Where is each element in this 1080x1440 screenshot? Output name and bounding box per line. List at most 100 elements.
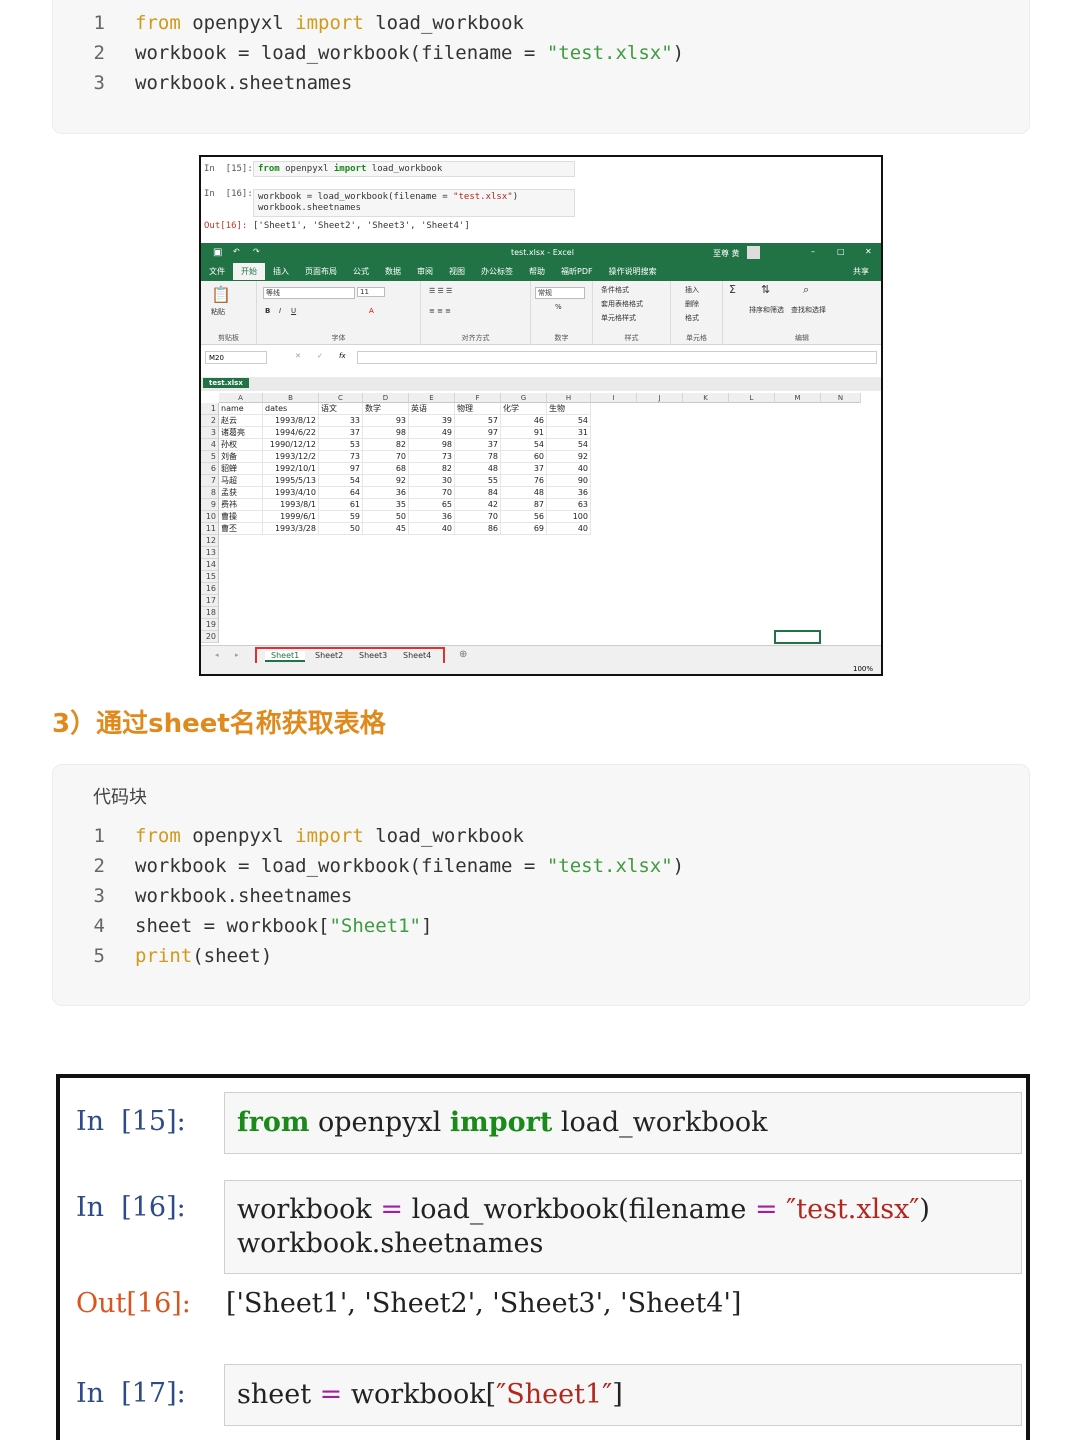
- number-format-select[interactable]: 常规: [535, 287, 585, 299]
- row-header[interactable]: 20: [201, 631, 219, 643]
- table-cell[interactable]: 91: [501, 427, 547, 439]
- column-header[interactable]: M: [775, 393, 821, 403]
- column-header[interactable]: H: [547, 393, 591, 403]
- close-icon[interactable]: ✕: [865, 247, 872, 256]
- header-cell[interactable]: 化学: [501, 403, 547, 415]
- paste-button[interactable]: 粘贴: [211, 307, 225, 317]
- table-cell[interactable]: 84: [455, 487, 501, 499]
- sheet-tab-2[interactable]: Sheet2: [315, 651, 343, 660]
- table-cell[interactable]: 60: [501, 451, 547, 463]
- table-cell[interactable]: 82: [363, 439, 409, 451]
- table-cell[interactable]: 59: [319, 511, 363, 523]
- header-cell[interactable]: 语文: [319, 403, 363, 415]
- tab-file[interactable]: 文件: [201, 263, 233, 280]
- spreadsheet-grid[interactable]: A B C D E F G H I J K L M N 1 2 3 4 5 6 7 8 9 10 11 12 13 14 15 16 17 1…: [201, 393, 881, 645]
- formula-input[interactable]: [357, 351, 877, 364]
- row-header[interactable]: 16: [201, 583, 219, 595]
- cancel-icon[interactable]: ✕: [295, 352, 301, 360]
- column-header[interactable]: B: [263, 393, 319, 403]
- sheet-tab-1[interactable]: Sheet1: [265, 651, 306, 662]
- workbook-tab[interactable]: test.xlsx: [203, 378, 249, 388]
- table-cell[interactable]: 1993/12/2: [263, 451, 319, 463]
- table-cell[interactable]: 97: [319, 463, 363, 475]
- table-cell[interactable]: 31: [547, 427, 591, 439]
- table-cell[interactable]: 86: [455, 523, 501, 535]
- table-cell[interactable]: 49: [409, 427, 455, 439]
- header-cell[interactable]: 物理: [455, 403, 501, 415]
- table-cell[interactable]: 82: [409, 463, 455, 475]
- sheet-tab-4[interactable]: Sheet4: [403, 651, 431, 660]
- selected-cell[interactable]: [774, 630, 821, 644]
- row-header[interactable]: 13: [201, 547, 219, 559]
- table-cell[interactable]: 1993/8/12: [263, 415, 319, 427]
- sort-icon[interactable]: ⇅: [761, 283, 770, 296]
- table-cell[interactable]: 87: [501, 499, 547, 511]
- table-cell[interactable]: 37: [319, 427, 363, 439]
- table-cell[interactable]: 1992/10/1: [263, 463, 319, 475]
- table-cell[interactable]: 1999/6/1: [263, 511, 319, 523]
- tab-data[interactable]: 数据: [377, 263, 409, 280]
- row-header[interactable]: 3: [201, 427, 219, 439]
- row-header[interactable]: 8: [201, 487, 219, 499]
- underline-button[interactable]: U: [291, 307, 296, 315]
- align-icon[interactable]: ☰ ☰ ☰: [429, 287, 452, 295]
- tab-view[interactable]: 视图: [441, 263, 473, 280]
- row-header[interactable]: 7: [201, 475, 219, 487]
- table-cell[interactable]: 48: [455, 463, 501, 475]
- table-cell[interactable]: 35: [363, 499, 409, 511]
- table-cell[interactable]: 马超: [219, 475, 263, 487]
- table-cell[interactable]: 73: [409, 451, 455, 463]
- column-header[interactable]: A: [219, 393, 263, 403]
- table-cell[interactable]: 97: [455, 427, 501, 439]
- name-box[interactable]: M20: [205, 351, 267, 364]
- tab-help[interactable]: 帮助: [521, 263, 553, 280]
- table-cell[interactable]: 33: [319, 415, 363, 427]
- cell-style-button[interactable]: 单元格样式: [601, 313, 636, 323]
- table-cell[interactable]: 37: [455, 439, 501, 451]
- table-cell[interactable]: 39: [409, 415, 455, 427]
- tab-insert[interactable]: 插入: [265, 263, 297, 280]
- wrap-icon[interactable]: ≡ ≡ ≡: [429, 307, 451, 315]
- header-cell[interactable]: 生物: [547, 403, 591, 415]
- row-header[interactable]: 18: [201, 607, 219, 619]
- table-cell[interactable]: 92: [547, 451, 591, 463]
- bold-button[interactable]: B: [265, 307, 270, 315]
- table-cell[interactable]: 54: [501, 439, 547, 451]
- column-header[interactable]: J: [637, 393, 683, 403]
- table-cell[interactable]: 50: [319, 523, 363, 535]
- tab-search[interactable]: 操作说明搜索: [601, 263, 665, 280]
- table-cell[interactable]: 40: [547, 463, 591, 475]
- table-cell[interactable]: 73: [319, 451, 363, 463]
- next-sheet-icon[interactable]: ▸: [235, 651, 239, 659]
- table-cell[interactable]: 90: [547, 475, 591, 487]
- column-header[interactable]: D: [363, 393, 409, 403]
- table-cell[interactable]: 56: [501, 511, 547, 523]
- row-header[interactable]: 4: [201, 439, 219, 451]
- maximize-icon[interactable]: □: [837, 247, 845, 256]
- table-cell[interactable]: 1995/5/13: [263, 475, 319, 487]
- minimize-icon[interactable]: –: [811, 247, 815, 256]
- in16-input[interactable]: workbook = load_workbook(filename = ″tes…: [224, 1180, 1022, 1274]
- tab-formulas[interactable]: 公式: [345, 263, 377, 280]
- column-header[interactable]: C: [319, 393, 363, 403]
- undo-icon[interactable]: ↶: [233, 247, 240, 256]
- row-header[interactable]: 6: [201, 463, 219, 475]
- in17-input[interactable]: sheet = workbook[″Sheet1″]: [224, 1364, 1022, 1426]
- row-header[interactable]: 12: [201, 535, 219, 547]
- share-button[interactable]: 共享: [845, 263, 877, 280]
- table-cell[interactable]: 孙权: [219, 439, 263, 451]
- tab-page-layout[interactable]: 页面布局: [297, 263, 345, 280]
- table-cell[interactable]: 70: [455, 511, 501, 523]
- table-cell[interactable]: 65: [409, 499, 455, 511]
- table-cell[interactable]: 70: [409, 487, 455, 499]
- table-cell[interactable]: 赵云: [219, 415, 263, 427]
- table-cell[interactable]: 40: [409, 523, 455, 535]
- table-cell[interactable]: 57: [455, 415, 501, 427]
- delete-button[interactable]: 删除: [685, 299, 699, 309]
- row-header[interactable]: 9: [201, 499, 219, 511]
- table-cell[interactable]: 53: [319, 439, 363, 451]
- table-cell[interactable]: 42: [455, 499, 501, 511]
- prev-sheet-icon[interactable]: ◂: [215, 651, 219, 659]
- table-cell[interactable]: 55: [455, 475, 501, 487]
- table-cell[interactable]: 曹丕: [219, 523, 263, 535]
